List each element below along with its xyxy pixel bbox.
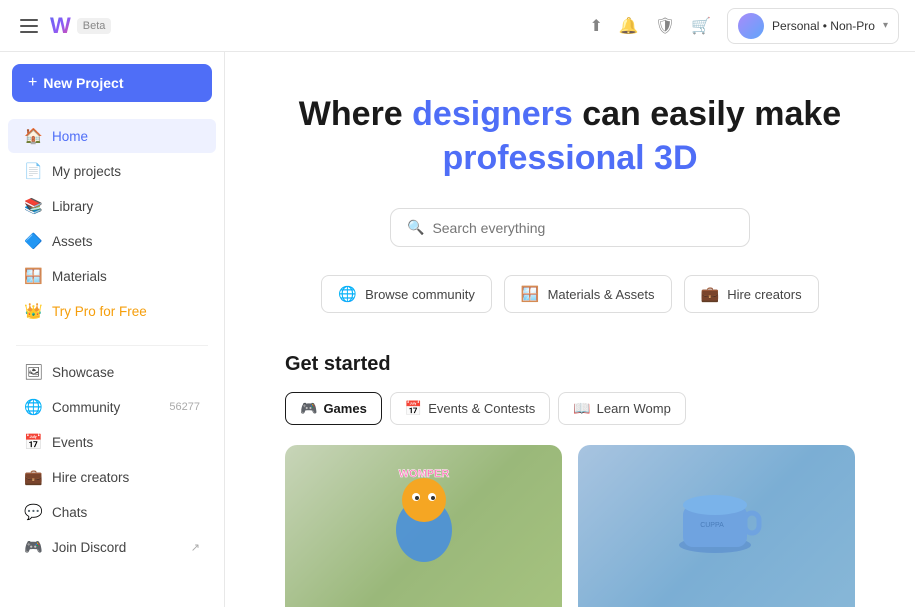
cards-grid: WOMPER CUPPA	[285, 445, 855, 607]
card-cup[interactable]: CUPPA	[578, 445, 855, 607]
logo-icon: W	[50, 13, 71, 39]
sidebar-item-materials[interactable]: 🪟 Materials	[8, 259, 216, 293]
learn-icon: 📖	[573, 400, 590, 417]
sidebar-item-label: Join Discord	[52, 540, 126, 555]
search-input[interactable]	[432, 220, 733, 236]
sidebar-item-label: Events	[52, 435, 93, 450]
sidebar-item-try-pro[interactable]: 👑 Try Pro for Free	[8, 294, 216, 328]
tab-games[interactable]: 🎮 Games	[285, 392, 382, 425]
sidebar-item-join-discord[interactable]: 🎮 Join Discord ↗	[8, 530, 216, 564]
tab-events-contests[interactable]: 📅 Events & Contests	[390, 392, 550, 425]
crown-icon: 👑	[24, 302, 42, 320]
get-started-title: Get started	[285, 353, 855, 376]
chevron-down-icon: ▾	[883, 20, 888, 31]
shield-icon[interactable]: 🛡	[655, 16, 675, 36]
sidebar-item-my-projects[interactable]: 📄 My projects	[8, 154, 216, 188]
hire-icon: 💼	[24, 468, 42, 486]
sidebar-item-label: Community	[52, 400, 120, 415]
sidebar-item-home[interactable]: 🏠 Home	[8, 119, 216, 153]
hero-highlight-3d: professional 3D	[442, 139, 697, 177]
browse-community-label: Browse community	[365, 287, 475, 302]
sidebar: + New Project 🏠 Home 📄 My projects 📚 Lib…	[0, 52, 225, 607]
sidebar-item-events[interactable]: 📅 Events	[8, 425, 216, 459]
sidebar-item-label: Materials	[52, 269, 107, 284]
discord-icon: 🎮	[24, 538, 42, 556]
community-badge: 56277	[169, 401, 200, 413]
hero-line1-before: Where	[299, 95, 412, 133]
events-icon: 📅	[24, 433, 42, 451]
hamburger-icon[interactable]	[16, 15, 42, 37]
sidebar-item-community[interactable]: 🌐 Community 56277	[8, 390, 216, 424]
hire-quick-icon: 💼	[701, 285, 720, 303]
sidebar-item-label: Try Pro for Free	[52, 304, 147, 319]
library-icon: 📚	[24, 197, 42, 215]
new-project-button[interactable]: + New Project	[12, 64, 212, 102]
sidebar-item-showcase[interactable]: 🖼 Showcase	[8, 355, 216, 389]
sidebar-item-library[interactable]: 📚 Library	[8, 189, 216, 223]
cart-icon[interactable]: 🛒	[691, 16, 711, 36]
materials-icon: 🪟	[24, 267, 42, 285]
globe-icon: 🌐	[338, 285, 357, 303]
bell-icon[interactable]: 🔔	[619, 16, 639, 36]
sidebar-item-assets[interactable]: 🔷 Assets	[8, 224, 216, 258]
chats-icon: 💬	[24, 503, 42, 521]
hire-creators-label: Hire creators	[727, 287, 801, 302]
logo: W Beta	[50, 13, 111, 39]
beta-badge: Beta	[77, 18, 112, 34]
app-body: + New Project 🏠 Home 📄 My projects 📚 Lib…	[0, 52, 915, 607]
hero-line1-after: can easily make	[573, 95, 841, 133]
upload-icon[interactable]: ⬆	[589, 16, 602, 36]
materials-quick-icon: 🪟	[521, 285, 540, 303]
sidebar-primary-nav: 🏠 Home 📄 My projects 📚 Library 🔷 Assets …	[0, 118, 224, 329]
sidebar-item-label: My projects	[52, 164, 121, 179]
tab-learn-womp[interactable]: 📖 Learn Womp	[558, 392, 686, 425]
sidebar-item-label: Home	[52, 129, 88, 144]
womper-visual: WOMPER	[285, 445, 562, 585]
materials-assets-button[interactable]: 🪟 Materials & Assets	[504, 275, 672, 313]
cup-visual: CUPPA	[578, 445, 855, 585]
tab-learn-label: Learn Womp	[597, 401, 671, 416]
new-project-label: New Project	[43, 75, 123, 91]
projects-icon: 📄	[24, 162, 42, 180]
sidebar-item-label: Assets	[52, 234, 93, 249]
hero-highlight-designers: designers	[412, 95, 573, 133]
svg-text:CUPPA: CUPPA	[700, 522, 724, 529]
quick-links: 🌐 Browse community 🪟 Materials & Assets …	[285, 275, 855, 313]
tab-games-label: Games	[323, 401, 366, 416]
sidebar-item-label: Library	[52, 199, 93, 214]
external-link-icon: ↗	[191, 541, 200, 554]
header-right: ⬆ 🔔 🛡 🛒 Personal • Non-Pro ▾	[589, 8, 899, 44]
showcase-icon: 🖼	[24, 363, 42, 381]
search-bar[interactable]: 🔍	[390, 208, 750, 247]
hero-title: Where designers can easily make professi…	[285, 92, 855, 180]
materials-assets-label: Materials & Assets	[548, 287, 655, 302]
home-icon: 🏠	[24, 127, 42, 145]
plus-icon: +	[28, 74, 37, 92]
header-left: W Beta	[16, 13, 111, 39]
games-icon: 🎮	[300, 400, 317, 417]
sidebar-item-chats[interactable]: 💬 Chats	[8, 495, 216, 529]
avatar	[738, 13, 764, 39]
assets-icon: 🔷	[24, 232, 42, 250]
sidebar-secondary-nav: 🖼 Showcase 🌐 Community 56277 📅 Events 💼 …	[0, 354, 224, 565]
tab-events-label: Events & Contests	[428, 401, 535, 416]
top-header: W Beta ⬆ 🔔 🛡 🛒 Personal • Non-Pro ▾	[0, 0, 915, 52]
sidebar-item-hire-creators[interactable]: 💼 Hire creators	[8, 460, 216, 494]
user-pill[interactable]: Personal • Non-Pro ▾	[727, 8, 899, 44]
browse-community-button[interactable]: 🌐 Browse community	[321, 275, 492, 313]
user-label: Personal • Non-Pro	[772, 19, 875, 33]
sidebar-item-label: Chats	[52, 505, 87, 520]
tabs: 🎮 Games 📅 Events & Contests 📖 Learn Womp	[285, 392, 855, 425]
card-womper[interactable]: WOMPER	[285, 445, 562, 607]
sidebar-item-label: Showcase	[52, 365, 114, 380]
sidebar-divider	[16, 345, 208, 346]
sidebar-item-label: Hire creators	[52, 470, 129, 485]
community-icon: 🌐	[24, 398, 42, 416]
hire-creators-button[interactable]: 💼 Hire creators	[684, 275, 819, 313]
events-tab-icon: 📅	[405, 400, 422, 417]
main-content: Where designers can easily make professi…	[225, 52, 915, 607]
search-icon: 🔍	[407, 219, 424, 236]
svg-text:WOMPER: WOMPER	[398, 468, 449, 480]
